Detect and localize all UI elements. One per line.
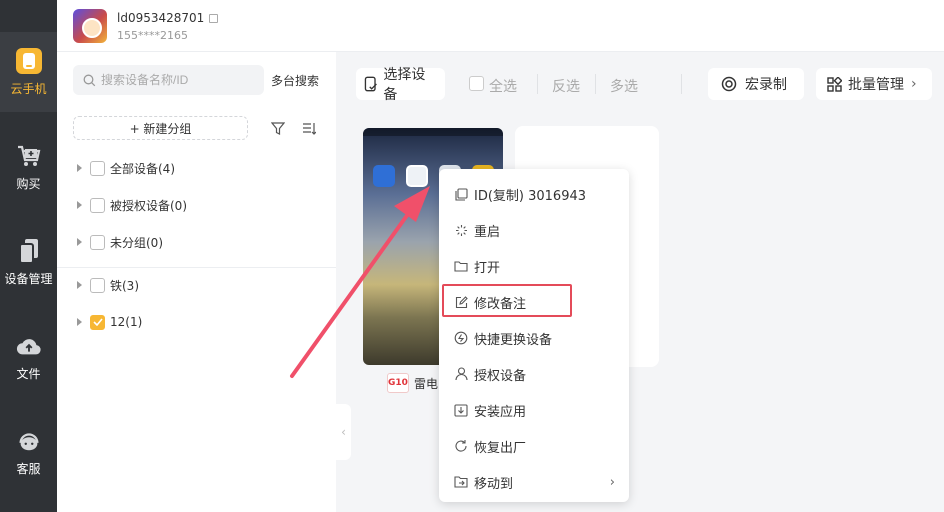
expand-icon[interactable] xyxy=(77,281,82,289)
account-id: ld0953428701 xyxy=(117,11,219,25)
sidebar-item-buy[interactable]: 购买 xyxy=(0,127,57,207)
account-header: ld0953428701 155****2165 xyxy=(57,0,944,52)
collapse-panel-button[interactable]: ‹ xyxy=(336,404,351,460)
menu-item-label: 授权设备 xyxy=(474,368,527,384)
sidebar-item-files[interactable]: 文件 xyxy=(0,317,57,397)
sidebar-item-cloud-phone[interactable]: 云手机 xyxy=(0,32,57,112)
sidebar-item-label: 文件 xyxy=(16,366,41,381)
sidebar-item-support[interactable]: 客服 xyxy=(0,412,57,492)
select-device-label: 选择设备 xyxy=(383,67,426,103)
select-all-label[interactable]: 全选 xyxy=(489,76,517,96)
expand-icon[interactable] xyxy=(77,164,82,172)
headset-icon xyxy=(16,428,42,454)
group-label: 12(1) xyxy=(110,315,143,329)
group-checkbox-checked[interactable] xyxy=(90,314,105,330)
group-item-12[interactable]: 12(1) xyxy=(77,312,142,332)
user-icon xyxy=(454,367,468,381)
menu-item-copy-id[interactable]: ID(复制) 3016943 xyxy=(439,178,629,210)
device-search[interactable] xyxy=(73,65,264,95)
expand-icon[interactable] xyxy=(77,201,82,209)
multi-select-button[interactable]: 多选 xyxy=(610,76,638,96)
menu-item-label: 快捷更换设备 xyxy=(474,332,553,348)
cloud-upload-icon xyxy=(16,333,42,359)
menu-item-label: 重启 xyxy=(474,224,501,240)
select-device-icon xyxy=(364,76,377,92)
sidebar: 云手机 购买 设备管理 文件 客服 xyxy=(0,0,57,512)
avatar[interactable] xyxy=(73,9,107,43)
group-label: 全部设备(4) xyxy=(110,161,175,176)
sort-icon[interactable] xyxy=(302,122,316,135)
group-checkbox[interactable] xyxy=(90,234,105,250)
divider xyxy=(595,74,596,94)
annotation-arrow xyxy=(290,186,430,378)
chevron-right-icon: › xyxy=(911,76,917,92)
group-checkbox[interactable] xyxy=(90,277,105,293)
menu-item-install-app[interactable]: 安装应用 xyxy=(439,394,629,426)
group-item-all[interactable]: 全部设备(4) xyxy=(77,158,175,178)
sidebar-item-label: 购买 xyxy=(16,176,41,191)
group-label: 被授权设备(0) xyxy=(110,198,187,213)
multi-search-button[interactable]: 多台搜索 xyxy=(271,72,319,89)
account-id-text: ld0953428701 xyxy=(117,11,205,25)
cart-icon xyxy=(16,143,42,169)
sidebar-item-label: 设备管理 xyxy=(4,271,53,286)
folder-icon xyxy=(454,259,468,273)
sidebar-item-device-management[interactable]: 设备管理 xyxy=(0,222,57,302)
menu-item-authorize[interactable]: 授权设备 xyxy=(439,358,629,390)
devices-icon xyxy=(16,238,42,264)
sidebar-item-label: 云手机 xyxy=(10,81,47,96)
select-device-button[interactable]: 选择设备 xyxy=(356,67,445,103)
expand-icon[interactable] xyxy=(77,238,82,246)
batch-manage-label: 批量管理 xyxy=(848,77,904,93)
grid-icon xyxy=(827,76,842,92)
loading-icon xyxy=(454,223,468,237)
menu-item-open[interactable]: 打开 xyxy=(439,250,629,282)
new-group-button[interactable]: + 新建分组 xyxy=(73,116,248,140)
menu-item-restart[interactable]: 重启 xyxy=(439,214,629,246)
chevron-right-icon: › xyxy=(609,474,615,490)
group-item-authorized[interactable]: 被授权设备(0) xyxy=(77,195,187,215)
filter-icon[interactable] xyxy=(271,122,285,135)
menu-item-move-to[interactable]: 移动到 › xyxy=(439,466,629,498)
download-icon xyxy=(454,403,468,417)
menu-item-label: 修改备注 xyxy=(474,296,527,312)
group-label: 未分组(0) xyxy=(110,235,163,250)
divider xyxy=(681,74,682,94)
group-item-ungrouped[interactable]: 未分组(0) xyxy=(77,232,163,252)
search-input[interactable] xyxy=(101,73,261,87)
edit-icon xyxy=(454,295,468,309)
phone-icon xyxy=(15,47,42,74)
menu-item-edit-note[interactable]: 修改备注 xyxy=(439,286,629,318)
group-checkbox[interactable] xyxy=(90,197,105,213)
batch-manage-button[interactable]: 批量管理 › xyxy=(816,68,932,100)
macro-record-button[interactable]: 宏录制 xyxy=(708,68,804,100)
search-icon xyxy=(83,74,96,86)
menu-item-label: 打开 xyxy=(474,260,501,276)
device-status-bar xyxy=(363,128,503,136)
refresh-icon xyxy=(454,439,468,453)
record-icon xyxy=(721,76,737,92)
menu-item-label: ID(复制) 3016943 xyxy=(474,188,587,204)
select-all-checkbox[interactable] xyxy=(469,76,484,91)
copy-icon xyxy=(454,187,468,201)
account-phone: 155****2165 xyxy=(117,29,188,42)
group-item-tie[interactable]: 铁(3) xyxy=(77,275,139,295)
swap-icon xyxy=(454,331,468,345)
context-menu: ID(复制) 3016943 重启 打开 修改备注 快捷更换设备 授权设备 安装… xyxy=(439,169,629,502)
menu-item-label: 恢复出厂 xyxy=(474,440,527,456)
menu-item-label: 移动到 xyxy=(474,476,514,492)
sidebar-item-label: 客服 xyxy=(16,461,41,476)
expand-icon[interactable] xyxy=(77,318,82,326)
move-icon xyxy=(454,475,468,489)
copy-icon[interactable] xyxy=(209,14,219,23)
invert-selection-button[interactable]: 反选 xyxy=(552,76,580,96)
divider xyxy=(537,74,538,94)
group-checkbox[interactable] xyxy=(90,160,105,176)
check-icon xyxy=(92,318,103,326)
menu-item-quick-swap[interactable]: 快捷更换设备 xyxy=(439,322,629,354)
group-label: 铁(3) xyxy=(110,278,139,293)
macro-record-label: 宏录制 xyxy=(745,77,787,93)
menu-item-factory-reset[interactable]: 恢复出厂 xyxy=(439,430,629,462)
menu-item-label: 安装应用 xyxy=(474,404,527,420)
